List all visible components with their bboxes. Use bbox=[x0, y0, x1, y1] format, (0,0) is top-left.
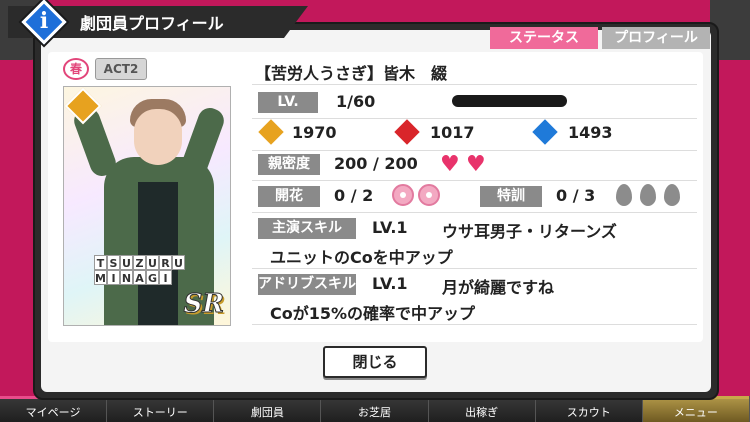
flower-icon bbox=[392, 184, 414, 206]
lead-skill-desc: ユニットのCoを中アップ bbox=[270, 248, 453, 267]
cool-stat: 1493 bbox=[568, 123, 613, 142]
level-value: 1/60 bbox=[336, 92, 376, 111]
adlib-skill-label: アドリブスキル bbox=[258, 274, 356, 295]
character-name: 【苦労人うさぎ】皆木 綴 bbox=[255, 64, 448, 83]
season-badge: 春 bbox=[63, 58, 89, 80]
intimacy-value: 200 / 200 bbox=[334, 154, 418, 173]
info-icon: i bbox=[21, 0, 67, 45]
tab-bar: ステータス プロフィール bbox=[490, 27, 710, 49]
experience-bar bbox=[452, 95, 567, 107]
intimacy-label: 親密度 bbox=[258, 154, 320, 175]
adlib-skill-name: 月が綺麗ですね bbox=[442, 278, 555, 297]
bloom-value: 0 / 2 bbox=[334, 186, 374, 205]
lead-skill-level: LV.1 bbox=[372, 218, 408, 237]
divider bbox=[252, 324, 697, 325]
heart-icon: ♥ bbox=[440, 152, 460, 177]
dialog-title: 劇団員プロフィール bbox=[80, 14, 224, 33]
close-button[interactable]: 閉じる bbox=[323, 346, 427, 378]
tab-status[interactable]: ステータス bbox=[490, 27, 598, 49]
heart-icon: ♥ bbox=[466, 152, 486, 177]
rarity-badge: SR bbox=[183, 289, 224, 320]
lead-skill-name: ウサ耳男子・リターンズ bbox=[442, 222, 617, 241]
training-value: 0 / 3 bbox=[556, 186, 596, 205]
comedy-stat: 1970 bbox=[292, 123, 337, 142]
character-card[interactable]: TSUZURU MINAGI SR bbox=[63, 86, 231, 326]
adlib-skill-level: LV.1 bbox=[372, 274, 408, 293]
divider bbox=[252, 268, 697, 269]
level-label: LV. bbox=[258, 92, 318, 113]
tab-profile[interactable]: プロフィール bbox=[602, 27, 710, 49]
divider bbox=[252, 118, 697, 119]
divider bbox=[252, 180, 697, 181]
divider bbox=[252, 150, 697, 151]
flame-icon bbox=[640, 184, 656, 206]
card-art-face bbox=[134, 109, 182, 165]
bloom-label: 開花 bbox=[258, 186, 320, 207]
training-label: 特訓 bbox=[480, 186, 542, 207]
flame-icon bbox=[616, 184, 632, 206]
flower-icon bbox=[418, 184, 440, 206]
flame-icon bbox=[664, 184, 680, 206]
divider bbox=[252, 212, 697, 213]
divider bbox=[252, 84, 697, 85]
act-badge: ACT2 bbox=[95, 58, 147, 80]
adlib-skill-desc: Coが15%の確率で中アップ bbox=[270, 304, 476, 323]
card-art-shirt bbox=[138, 182, 178, 325]
lead-skill-label: 主演スキル bbox=[258, 218, 356, 239]
card-name-plate: TSUZURU MINAGI bbox=[94, 255, 185, 285]
action-stat: 1017 bbox=[430, 123, 475, 142]
